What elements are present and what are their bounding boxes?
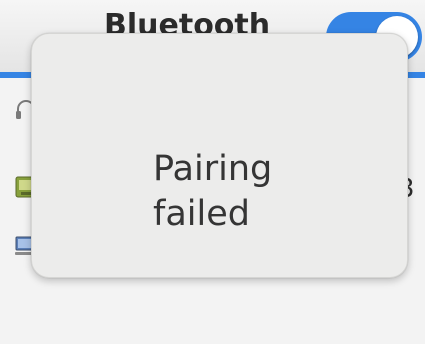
notification-message: Pairing failed [153,149,273,234]
pairing-failed-notification: Pairing failed [31,33,408,278]
